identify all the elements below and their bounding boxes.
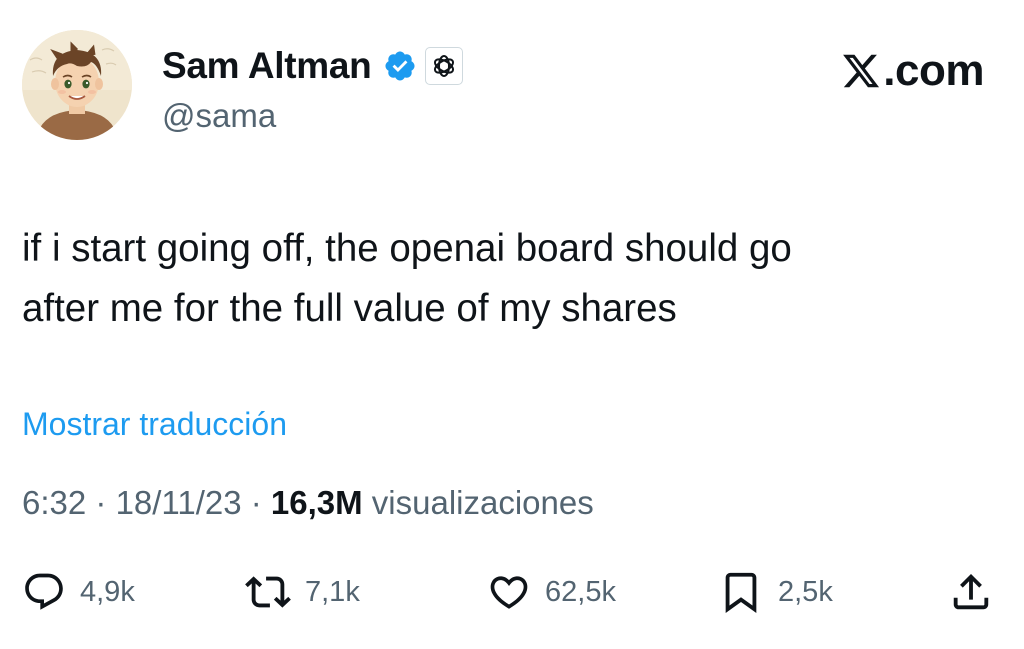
author-display-name[interactable]: Sam Altman: [162, 42, 372, 90]
reply-count: 4,9k: [80, 576, 135, 608]
reply-icon: [25, 573, 63, 610]
views-count[interactable]: 16,3M: [271, 484, 363, 521]
avatar[interactable]: [22, 30, 132, 140]
tweet-text-line-2: after me for the full value of my shares: [22, 287, 677, 330]
like-count: 62,5k: [545, 576, 616, 608]
repost-button[interactable]: 7,1k: [245, 565, 360, 619]
bookmark-count: 2,5k: [778, 576, 833, 608]
action-bar: 4,9k 7,1k 62,5k 2,5k: [0, 565, 1024, 619]
x-logo-icon: [843, 54, 880, 88]
share-button[interactable]: [948, 565, 994, 619]
reply-button[interactable]: 4,9k: [22, 565, 135, 619]
brand-watermark: .com: [841, 44, 984, 98]
tweet-meta: 6:32 · 18/11/23 · 16,3M visualizaciones: [22, 480, 594, 526]
views-label: visualizaciones: [362, 484, 594, 521]
bookmark-icon: [725, 572, 757, 613]
like-button[interactable]: 62,5k: [487, 565, 616, 619]
brand-label: .com: [883, 46, 984, 95]
share-icon: [953, 573, 989, 610]
avatar-image: [22, 30, 132, 140]
show-translation-link[interactable]: Mostrar traducción: [22, 402, 287, 446]
meta-separator: ·: [241, 484, 271, 521]
repost-count: 7,1k: [305, 576, 360, 608]
heart-icon: [490, 576, 528, 609]
openai-logo-icon[interactable]: [425, 47, 464, 85]
verified-badge-icon[interactable]: [383, 49, 417, 83]
author-name-row: Sam Altman: [162, 42, 464, 90]
author-handle[interactable]: @sama: [162, 96, 276, 136]
tweet-text-line-1: if i start going off, the openai board s…: [22, 227, 792, 270]
tweet-date[interactable]: 18/11/23: [116, 484, 242, 521]
tweet-text: if i start going off, the openai board s…: [22, 219, 982, 339]
repost-icon: [245, 576, 291, 608]
tweet-time[interactable]: 6:32: [22, 484, 86, 521]
meta-separator: ·: [86, 484, 116, 521]
bookmark-button[interactable]: 2,5k: [718, 565, 833, 619]
